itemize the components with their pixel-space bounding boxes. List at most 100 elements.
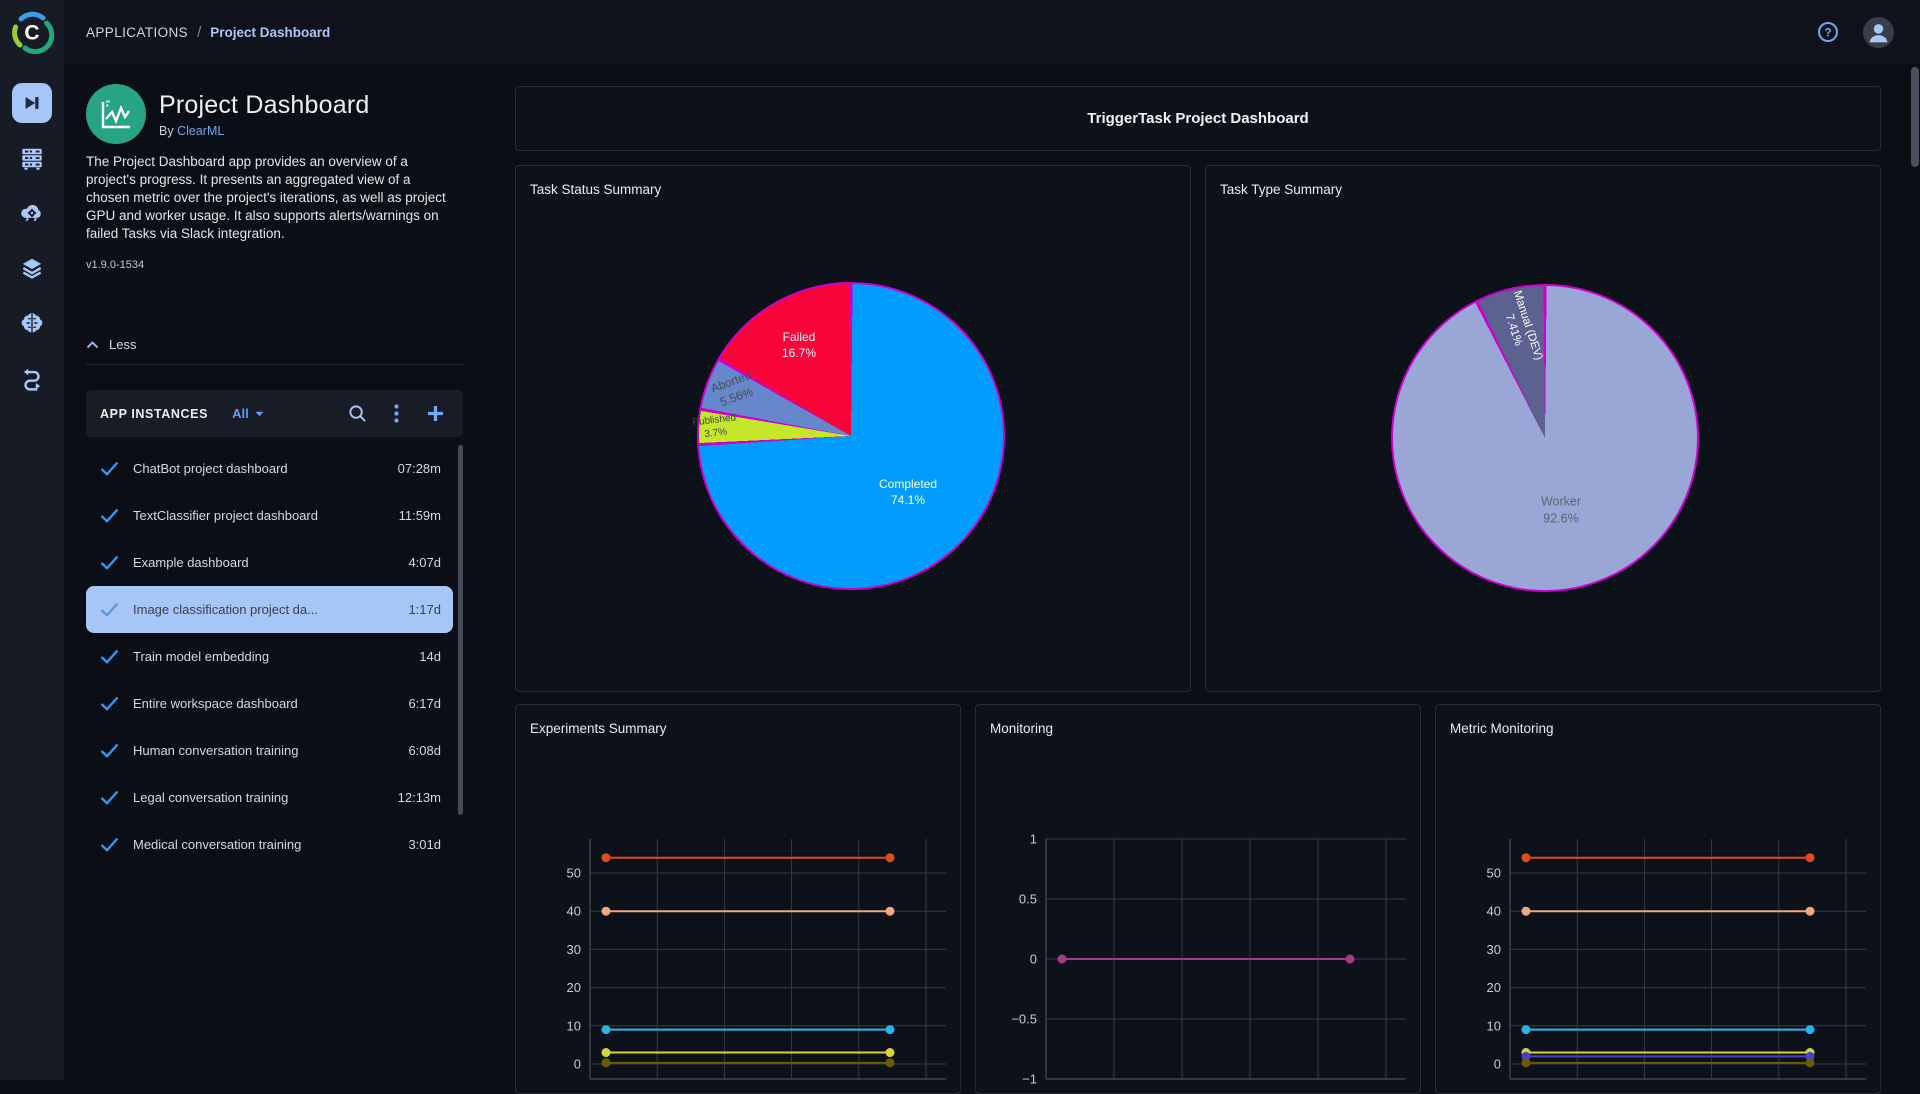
rail-item-workers[interactable] (12, 138, 52, 178)
cloud-gear-icon (21, 204, 41, 222)
app-instances-title: APP INSTANCES (100, 406, 209, 421)
chevron-up-icon (86, 340, 99, 348)
rail-item-datasets[interactable] (12, 248, 52, 288)
pipeline-icon (23, 368, 41, 391)
metric-monitoring-card: 0 10 20 30 40 50 Metric Monitoring (1435, 704, 1881, 1094)
check-icon (100, 461, 119, 476)
app-instances-panel: APP INSTANCES All ChatBot project dashbo… (86, 390, 463, 868)
breadcrumb: APPLICATIONS / Project Dashboard (86, 0, 330, 64)
instances-actions (348, 404, 445, 423)
instance-row[interactable]: Train model embedding 14d (86, 633, 453, 680)
panel-title-experiments: Experiments Summary (530, 721, 667, 736)
task-status-summary-card: Task Status Summary Completed 74.1% Publis… (515, 165, 1191, 692)
user-avatar-icon[interactable] (1863, 16, 1894, 48)
svg-text:50: 50 (1487, 866, 1501, 881)
plus-icon[interactable] (426, 404, 445, 423)
instance-row[interactable]: Legal conversation training 12:13m (86, 774, 453, 821)
server-rack-icon (22, 148, 42, 170)
project-dashboard-app-icon (86, 84, 146, 144)
breadcrumb-separator: / (197, 23, 202, 41)
svg-text:30: 30 (567, 942, 581, 957)
svg-text:0: 0 (1030, 952, 1037, 967)
instance-row[interactable]: TextClassifier project dashboard 11:59m (86, 492, 453, 539)
instance-row[interactable]: Image classification project da... 1:17d (86, 586, 453, 633)
instances-filter-dropdown[interactable]: All (232, 406, 264, 421)
metric-monitoring-chart: 0 10 20 30 40 50 (1436, 705, 1880, 1093)
svg-text:40: 40 (1487, 904, 1501, 919)
rail-item-models[interactable] (12, 303, 52, 343)
check-icon (100, 696, 119, 711)
page-title: Project Dashboard (159, 90, 370, 119)
instance-time: 07:28m (397, 461, 441, 476)
rail-item-applications[interactable] (12, 83, 52, 123)
experiments-summary-card: 0 10 20 30 40 50 Experiments Summary (515, 704, 961, 1094)
panel-title-metric-monitoring: Metric Monitoring (1450, 721, 1554, 736)
panel-title-task-type: Task Type Summary (1220, 182, 1343, 197)
instance-name: Medical conversation training (133, 837, 302, 852)
byline-prefix: By (159, 123, 174, 138)
app-description: The Project Dashboard app provides an ov… (86, 154, 446, 241)
instance-name: Legal conversation training (133, 790, 289, 805)
panel-title-monitoring: Monitoring (990, 721, 1054, 736)
check-icon (100, 837, 119, 852)
kebab-menu-icon[interactable] (394, 404, 399, 423)
rail-item-pipelines[interactable] (12, 358, 52, 398)
check-icon (100, 743, 119, 758)
caret-down-icon (255, 411, 264, 416)
instance-time: 1:17d (408, 602, 441, 617)
topbar-actions: ? (1817, 0, 1894, 64)
app-instances-header: APP INSTANCES All (86, 390, 463, 437)
panel-title-task-status: Task Status Summary (530, 182, 662, 197)
instance-row[interactable]: ChatBot project dashboard 07:28m (86, 445, 453, 492)
instance-row[interactable]: Human conversation training 6:08d (86, 727, 453, 774)
pie-slice-label: Failed 16.7% (781, 330, 817, 360)
clearml-logo[interactable]: C (0, 0, 64, 64)
instance-time: 12:13m (397, 790, 441, 805)
monitoring-card: 1 0.5 0 −0.5 −1 Monitoring (975, 704, 1421, 1094)
svg-text:−1: −1 (1022, 1072, 1037, 1087)
page-scrollbar-thumb[interactable] (1911, 67, 1919, 167)
svg-text:30: 30 (1487, 942, 1501, 957)
instance-time: 11:59m (398, 508, 441, 523)
help-icon[interactable]: ? (1817, 21, 1839, 43)
pie-slice-label: Worker 92.6% (1540, 494, 1582, 526)
svg-text:20: 20 (567, 980, 581, 995)
breadcrumb-current-page: Project Dashboard (210, 24, 331, 40)
instance-row[interactable]: Entire workspace dashboard 6:17d (86, 680, 453, 727)
task-status-pie-chart: Completed 74.1% Published 3.7% Aborted 5.56% F… (692, 282, 1005, 590)
top-bar: C APPLICATIONS / Project Dashboard ? (0, 0, 1920, 64)
instance-name: ChatBot project dashboard (133, 461, 288, 476)
dashboard-title: TriggerTask Project Dashboard (1087, 110, 1309, 127)
byline-clearml-link[interactable]: ClearML (177, 124, 224, 138)
task-type-summary-card: Task Type Summary Worker 92.6% Manual (DEV… (1205, 165, 1881, 692)
instance-name: Image classification project da... (133, 602, 318, 617)
instances-list-scrollbar[interactable] (458, 445, 463, 815)
sidebar-divider (86, 364, 463, 365)
search-icon[interactable] (348, 404, 367, 423)
task-type-pie-chart: Worker 92.6% Manual (DEV) 7.41% (1391, 284, 1699, 592)
check-icon (100, 649, 119, 664)
breadcrumb-applications[interactable]: APPLICATIONS (86, 25, 188, 40)
instance-name: Train model embedding (133, 649, 270, 664)
monitoring-chart: 1 0.5 0 −0.5 −1 (976, 705, 1420, 1093)
layers-icon (22, 258, 42, 279)
svg-text:10: 10 (1487, 1018, 1501, 1033)
page-scrollbar-track (1910, 64, 1920, 1080)
instance-name: TextClassifier project dashboard (133, 508, 318, 523)
svg-text:0.5: 0.5 (1019, 892, 1037, 907)
collapse-less-toggle[interactable]: Less (86, 337, 156, 352)
svg-text:50: 50 (567, 866, 581, 881)
check-icon (100, 555, 119, 570)
brain-icon (21, 313, 43, 333)
left-icon-rail (0, 64, 64, 1080)
rail-item-autoscalers[interactable] (12, 193, 52, 233)
instance-name: Example dashboard (133, 555, 249, 570)
instance-time: 14d (419, 649, 441, 664)
pie-slice-label: Published 3.7% (691, 412, 737, 441)
instance-row[interactable]: Example dashboard 4:07d (86, 539, 453, 586)
svg-text:0: 0 (1494, 1057, 1501, 1072)
check-icon (100, 790, 119, 805)
instance-row[interactable]: Medical conversation training 3:01d (86, 821, 453, 868)
svg-text:?: ? (1824, 26, 1831, 40)
filter-value: All (232, 406, 249, 421)
